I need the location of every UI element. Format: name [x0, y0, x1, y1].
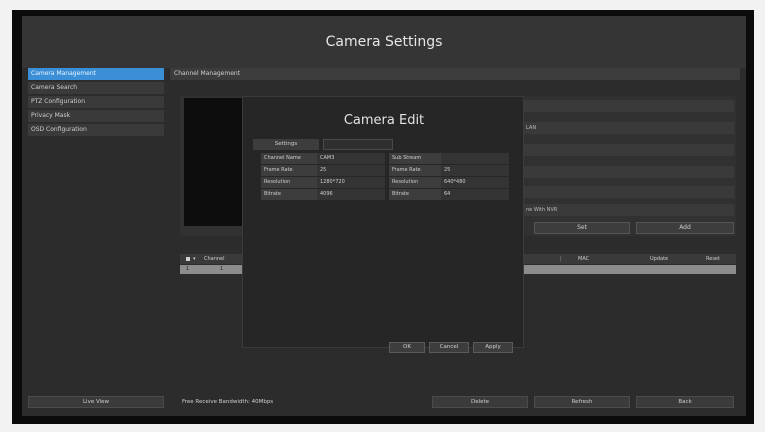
resolution-main-select[interactable]: 1280*720 — [317, 177, 385, 188]
ok-button[interactable]: OK — [389, 342, 425, 353]
sort-icon[interactable]: ▾ — [193, 254, 196, 264]
camera-edit-dialog: Camera Edit Settings Channel Name CAM3 S… — [242, 96, 524, 353]
label-frame-rate-main: Frame Rate — [261, 165, 317, 176]
sidebar-item-camera-management[interactable]: Camera Management — [28, 68, 164, 80]
label-bitrate-main: Bitrate — [261, 189, 317, 200]
right-field-3[interactable] — [522, 144, 734, 156]
right-field-1[interactable] — [522, 100, 734, 112]
frame-rate-main-select[interactable]: 25 — [317, 165, 385, 176]
sidebar-item-ptz-configuration[interactable]: PTZ Configuration — [28, 96, 164, 108]
sub-stream-toggle[interactable] — [441, 153, 509, 164]
back-button[interactable]: Back — [636, 396, 734, 408]
sidebar-item-camera-search[interactable]: Camera Search — [28, 82, 164, 94]
add-button[interactable]: Add — [636, 222, 734, 234]
right-field-6[interactable]: ne With NVR — [522, 204, 734, 216]
sidebar-item-privacy-mask[interactable]: Privacy Mask — [28, 110, 164, 122]
dialog-row-2: Frame Rate 25 Frame Rate 25 — [261, 165, 509, 176]
sidebar-item-osd-configuration[interactable]: OSD Configuration — [28, 124, 164, 136]
bandwidth-status: Free Receive Bandwidth: 40Mbps — [182, 399, 274, 405]
right-field-5[interactable] — [522, 186, 734, 198]
label-resolution-main: Resolution — [261, 177, 317, 188]
right-field-2[interactable]: LAN — [522, 122, 734, 134]
dialog-row-1: Channel Name CAM3 Sub Stream — [261, 153, 509, 164]
label-resolution-sub: Resolution — [389, 177, 441, 188]
col-reset: Reset — [706, 256, 720, 262]
set-button[interactable]: Set — [534, 222, 630, 234]
tab-settings[interactable]: Settings — [253, 139, 319, 150]
resolution-sub-select[interactable]: 640*480 — [441, 177, 509, 188]
frame-rate-sub-select[interactable]: 25 — [441, 165, 509, 176]
live-view-button[interactable]: Live View — [28, 396, 164, 408]
row-index: 1 — [186, 266, 190, 272]
label-sub-stream: Sub Stream — [389, 153, 441, 164]
label-frame-rate-sub: Frame Rate — [389, 165, 441, 176]
col-mac: MAC — [578, 256, 590, 262]
dialog-row-4: Bitrate 4096 Bitrate 64 — [261, 189, 509, 200]
col-channel: Channel — [204, 256, 225, 262]
right-field-4[interactable] — [522, 166, 734, 178]
delete-button[interactable]: Delete — [432, 396, 528, 408]
cancel-button[interactable]: Cancel — [429, 342, 469, 353]
camera-settings-window: Camera Settings Camera Management Camera… — [22, 16, 746, 416]
row-channel: 1 — [220, 266, 224, 272]
window-title: Camera Settings — [22, 16, 746, 68]
label-channel-name: Channel Name — [261, 153, 317, 164]
bitrate-sub-select[interactable]: 64 — [441, 189, 509, 200]
apply-button[interactable]: Apply — [473, 342, 513, 353]
section-title: Channel Management — [170, 68, 740, 80]
label-bitrate-sub: Bitrate — [389, 189, 441, 200]
tab-second[interactable] — [323, 139, 393, 150]
col-update: Update — [650, 256, 669, 262]
dialog-title: Camera Edit — [343, 113, 425, 128]
col-divider-icon: | — [560, 256, 562, 262]
dialog-row-3: Resolution 1280*720 Resolution 640*480 — [261, 177, 509, 188]
select-all-checkbox[interactable] — [186, 257, 190, 261]
camera-preview — [184, 98, 248, 226]
channel-name-input[interactable]: CAM3 — [317, 153, 385, 164]
bitrate-main-select[interactable]: 4096 — [317, 189, 385, 200]
refresh-button[interactable]: Refresh — [534, 396, 630, 408]
